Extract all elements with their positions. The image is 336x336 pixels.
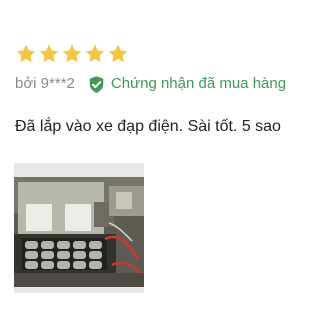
review-comment: Đã lắp vào xe đạp điện. Sài tốt. 5 sao [15, 118, 281, 135]
star-icon [108, 44, 128, 63]
review-card: bởi 9***2 Chứng nhận đã mua hàng Đã lắp … [0, 0, 336, 336]
reviewer-name: bởi 9***2 [15, 75, 75, 92]
star-icon [39, 44, 59, 63]
verified-purchase-label: Chứng nhận đã mua hàng [110, 75, 287, 92]
star-icon [85, 44, 105, 63]
review-meta: bởi 9***2 Chứng nhận đã mua hàng [15, 74, 286, 94]
check-shield-icon [89, 75, 104, 93]
review-photo[interactable] [14, 177, 144, 287]
rating-stars [15, 43, 129, 65]
review-photo-thumbnail[interactable] [14, 163, 144, 293]
star-icon [16, 44, 36, 63]
star-icon [62, 44, 82, 63]
